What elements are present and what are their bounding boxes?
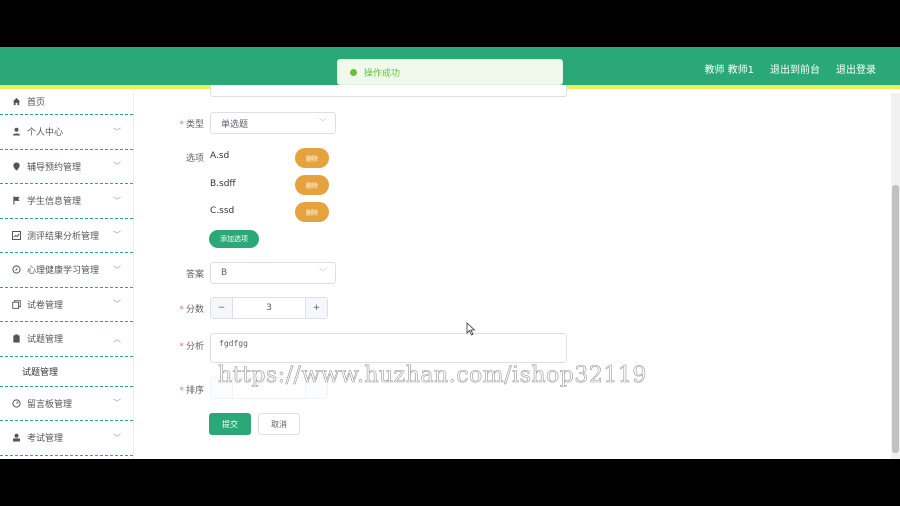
options-label: 选项 bbox=[185, 154, 204, 164]
order-label: * 排序 bbox=[179, 386, 204, 396]
type-label: * 类型 bbox=[179, 120, 204, 130]
add-option-button[interactable]: 添加选项 bbox=[209, 230, 259, 248]
delete-option-button[interactable]: 删除 bbox=[295, 175, 329, 195]
answer-select-value: B bbox=[221, 268, 228, 278]
sidebar-subitem-label: 试题管理 bbox=[22, 367, 59, 378]
sidebar: 首页 个人中心 ﹀ 辅导预约管理 ﹀ 学生信息管理 ﹀ 测评结果分析管理 ﹀ 心… bbox=[0, 93, 134, 459]
scrollbar-thumb[interactable] bbox=[892, 185, 899, 453]
sidebar-item-personal-center[interactable]: 个人中心 ﹀ bbox=[0, 115, 133, 150]
flag-icon bbox=[11, 196, 21, 206]
sidebar-item-mental-health[interactable]: 心理健康学习管理 ﹀ bbox=[0, 253, 133, 288]
sidebar-item-label: 学生信息管理 bbox=[27, 197, 82, 208]
sidebar-item-label: 留言板管理 bbox=[27, 399, 73, 410]
app-window: 教师 教师1 退出到前台 退出登录 操作成功 首页 个人中心 ﹀ 辅导预约管理 bbox=[0, 47, 900, 459]
location-icon bbox=[11, 161, 21, 171]
to-front-link[interactable]: 退出到前台 bbox=[770, 61, 820, 76]
type-select-value: 单选题 bbox=[221, 119, 249, 130]
chevron-down-icon: ﹀ bbox=[113, 196, 121, 206]
option-text: B.sdff bbox=[210, 179, 236, 189]
mouse-cursor-icon bbox=[466, 322, 476, 336]
option-text: A.sd bbox=[210, 151, 230, 161]
sidebar-item-home[interactable]: 首页 bbox=[0, 93, 133, 115]
main-scrollbar[interactable] bbox=[891, 93, 900, 459]
analysis-label: * 分析 bbox=[179, 342, 204, 352]
sidebar-item-label: 个人中心 bbox=[27, 128, 64, 139]
answer-select[interactable]: B ﹀ bbox=[210, 262, 336, 284]
chevron-down-icon: ﹀ bbox=[319, 268, 327, 277]
sidebar-item-assessment[interactable]: 测评结果分析管理 ﹀ bbox=[0, 219, 133, 253]
current-user-label: 教师 教师1 bbox=[704, 65, 754, 76]
copy-icon bbox=[11, 299, 21, 309]
score-value[interactable]: 3 bbox=[233, 298, 305, 318]
answer-label: 答案 bbox=[185, 270, 204, 280]
sidebar-item-label: 首页 bbox=[27, 98, 46, 108]
sidebar-item-papers[interactable]: 试卷管理 ﹀ bbox=[0, 288, 133, 322]
sidebar-item-label: 心理健康学习管理 bbox=[27, 266, 100, 277]
clipboard-icon bbox=[11, 334, 21, 344]
previous-textarea[interactable] bbox=[210, 85, 567, 97]
chevron-down-icon: ﹀ bbox=[113, 398, 121, 408]
question-form: * 类型 单选题 ﹀ 选项 A.sd 删除 B.sdff 删除 C.ssd 删除 … bbox=[148, 85, 890, 459]
toast-message: 操作成功 bbox=[364, 68, 401, 79]
sidebar-item-exams[interactable]: 考试管理 ﹀ bbox=[0, 421, 133, 456]
home-icon bbox=[11, 97, 21, 107]
option-text: C.ssd bbox=[210, 206, 235, 216]
chevron-down-icon: ﹀ bbox=[113, 299, 121, 309]
chevron-down-icon: ﹀ bbox=[113, 230, 121, 240]
success-icon bbox=[350, 68, 357, 76]
compass-icon bbox=[11, 265, 21, 275]
sidebar-item-label: 辅导预约管理 bbox=[27, 162, 82, 173]
dashboard-icon bbox=[11, 398, 21, 408]
sidebar-item-messages[interactable]: 留言板管理 ﹀ bbox=[0, 387, 133, 421]
user-solid-icon bbox=[11, 433, 21, 443]
delete-option-button[interactable]: 删除 bbox=[295, 148, 329, 168]
sidebar-item-label: 测评结果分析管理 bbox=[27, 231, 100, 242]
sidebar-item-label: 考试管理 bbox=[27, 434, 64, 445]
chevron-down-icon: ﹀ bbox=[113, 433, 121, 443]
sidebar-subitem-questions[interactable]: 试题管理 bbox=[0, 357, 133, 387]
chevron-down-icon: ﹀ bbox=[113, 161, 121, 171]
chart-icon bbox=[11, 230, 21, 240]
score-label: * 分数 bbox=[179, 305, 204, 315]
watermark-text: https://www.huzhan.com/ishop32119 bbox=[218, 363, 647, 389]
chevron-down-icon: ﹀ bbox=[113, 127, 121, 137]
type-select[interactable]: 单选题 ﹀ bbox=[210, 112, 336, 134]
chevron-up-icon: ︿ bbox=[113, 334, 121, 344]
sidebar-item-appointment[interactable]: 辅导预约管理 ﹀ bbox=[0, 150, 133, 184]
chevron-down-icon: ﹀ bbox=[319, 118, 327, 127]
sidebar-item-label: 试卷管理 bbox=[27, 300, 64, 311]
success-toast: 操作成功 bbox=[337, 59, 563, 85]
cancel-button[interactable]: 取消 bbox=[258, 413, 300, 435]
score-stepper[interactable]: − 3 + bbox=[210, 297, 328, 319]
logout-link[interactable]: 退出登录 bbox=[836, 61, 876, 76]
chevron-down-icon: ﹀ bbox=[113, 265, 121, 275]
sidebar-item-questions[interactable]: 试题管理 ︿ bbox=[0, 322, 133, 357]
increment-button[interactable]: + bbox=[305, 298, 327, 318]
user-icon bbox=[11, 127, 21, 137]
analysis-textarea[interactable]: fgdfgg bbox=[210, 333, 567, 363]
sidebar-item-student-info[interactable]: 学生信息管理 ﹀ bbox=[0, 184, 133, 219]
submit-button[interactable]: 提交 bbox=[209, 413, 251, 435]
decrement-button[interactable]: − bbox=[211, 298, 233, 318]
sidebar-item-label: 试题管理 bbox=[27, 335, 64, 346]
delete-option-button[interactable]: 删除 bbox=[295, 202, 329, 222]
